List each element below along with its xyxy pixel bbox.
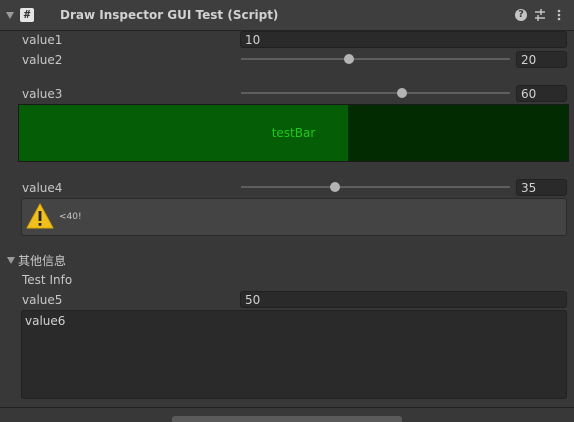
value6-textarea[interactable]: value6 bbox=[21, 310, 567, 399]
value2-slider-track[interactable] bbox=[241, 58, 510, 60]
warning-message: <40! bbox=[59, 212, 82, 222]
add-component-button[interactable] bbox=[172, 416, 402, 422]
divider bbox=[0, 407, 574, 408]
help-icon[interactable]: ? bbox=[515, 9, 527, 21]
warning-icon bbox=[26, 203, 54, 229]
test-info-label: Test Info bbox=[22, 273, 73, 287]
value1-field[interactable]: 10 bbox=[240, 31, 567, 48]
test-progress-bar: testBar bbox=[18, 104, 569, 162]
foldout-label[interactable]: 其他信息 bbox=[18, 252, 66, 269]
value5-field[interactable]: 50 bbox=[240, 291, 567, 308]
value3-slider-thumb[interactable] bbox=[397, 88, 408, 98]
value2-slider-thumb[interactable] bbox=[343, 54, 354, 64]
value3-slider-track[interactable] bbox=[241, 92, 510, 94]
value3-field[interactable]: 60 bbox=[516, 85, 567, 102]
script-icon: # bbox=[20, 8, 34, 22]
value2-field[interactable]: 20 bbox=[516, 51, 567, 68]
value4-field[interactable]: 35 bbox=[516, 179, 567, 196]
settings-sliders-icon[interactable] bbox=[534, 9, 546, 21]
value3-label: value3 bbox=[22, 87, 63, 101]
value5-label: value5 bbox=[22, 293, 63, 307]
value2-label: value2 bbox=[22, 53, 63, 67]
component-title: Draw Inspector GUI Test (Script) bbox=[60, 8, 279, 22]
value4-slider-track[interactable] bbox=[241, 186, 510, 188]
value4-slider-thumb[interactable] bbox=[330, 182, 341, 192]
foldout-arrow-icon[interactable] bbox=[7, 257, 15, 264]
warning-helpbox: <40! bbox=[21, 198, 567, 236]
more-menu-icon[interactable] bbox=[556, 9, 562, 21]
progress-bar-label: testBar bbox=[271, 126, 316, 140]
fold-arrow-icon[interactable] bbox=[6, 12, 14, 19]
value4-label: value4 bbox=[22, 181, 63, 195]
value1-label: value1 bbox=[22, 33, 63, 47]
